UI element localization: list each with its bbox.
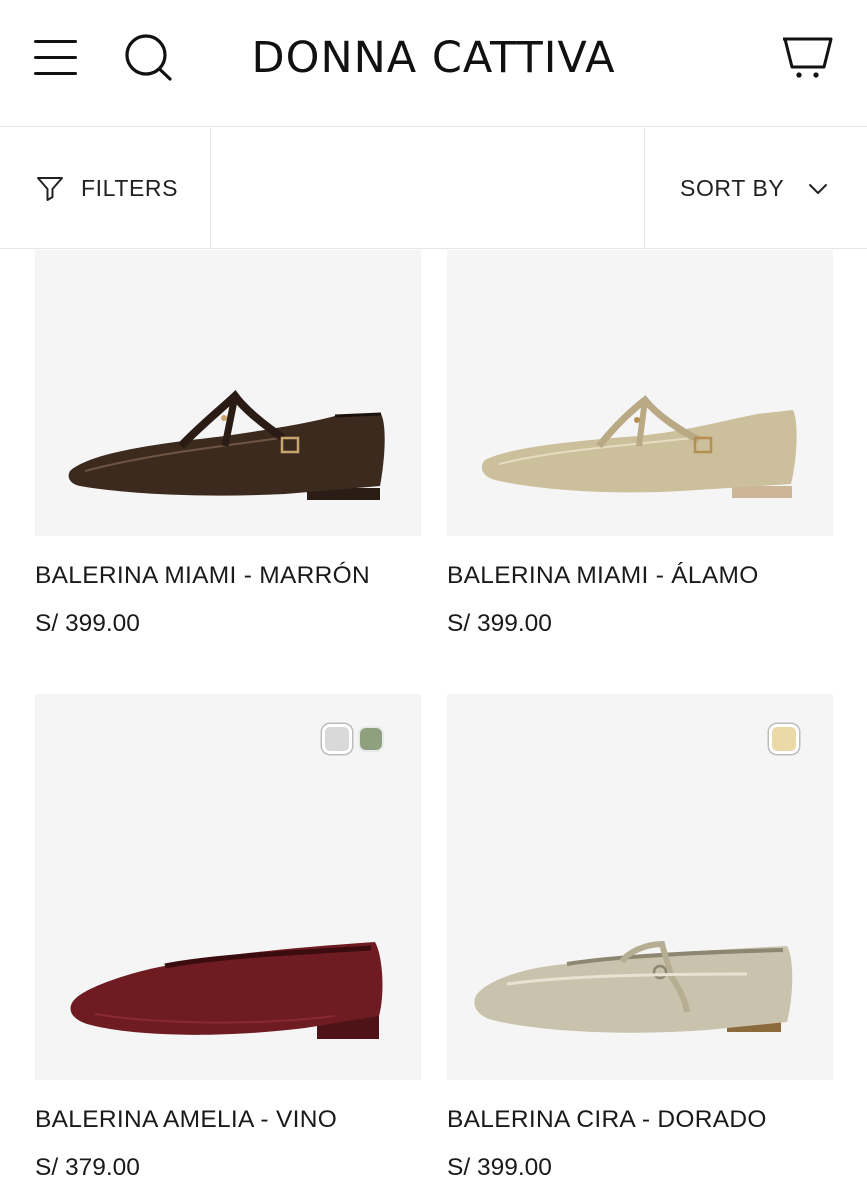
product-name[interactable]: BALERINA MIAMI - MARRÓN	[35, 562, 370, 590]
chevron-down-icon	[809, 183, 828, 194]
search-icon[interactable]	[122, 32, 174, 82]
color-swatches	[322, 724, 384, 754]
product-card[interactable]: BALERINA AMELIA - VINO S/ 379.00	[35, 694, 421, 1194]
product-name[interactable]: BALERINA MIAMI - ÁLAMO	[447, 562, 759, 590]
product-card[interactable]: BALERINA CIRA - DORADO S/ 399.00	[447, 694, 833, 1194]
hamburger-menu-icon[interactable]	[34, 38, 78, 76]
product-price: S/ 399.00	[447, 610, 552, 637]
funnel-icon	[37, 176, 63, 201]
color-swatch-gray[interactable]	[322, 724, 352, 754]
product-image[interactable]	[35, 250, 421, 536]
sort-by-label: SORT BY	[680, 175, 785, 201]
product-price: S/ 399.00	[35, 610, 140, 637]
color-swatch-green[interactable]	[358, 726, 384, 752]
product-price: S/ 399.00	[447, 1154, 552, 1181]
sort-by-button[interactable]: SORT BY	[645, 128, 867, 249]
product-price: S/ 379.00	[35, 1154, 140, 1181]
cart-icon[interactable]	[780, 34, 834, 82]
product-card[interactable]: BALERINA MIAMI - MARRÓN S/ 399.00	[35, 250, 421, 650]
product-name[interactable]: BALERINA AMELIA - VINO	[35, 1106, 337, 1134]
brand-logo[interactable]: DONNA CATTIVA	[200, 30, 667, 86]
site-header: DONNA CATTIVA	[0, 0, 867, 127]
product-card[interactable]: BALERINA MIAMI - ÁLAMO S/ 399.00	[447, 250, 833, 650]
filters-label: FILTERS	[81, 175, 179, 201]
product-image[interactable]	[447, 250, 833, 536]
color-swatch-gold[interactable]	[769, 724, 799, 754]
product-name[interactable]: BALERINA CIRA - DORADO	[447, 1106, 767, 1134]
filter-sort-bar: FILTERS SORT BY	[0, 128, 867, 249]
color-swatches	[769, 724, 799, 754]
filters-button[interactable]: FILTERS	[0, 128, 211, 249]
toolbar-spacer	[211, 128, 645, 249]
